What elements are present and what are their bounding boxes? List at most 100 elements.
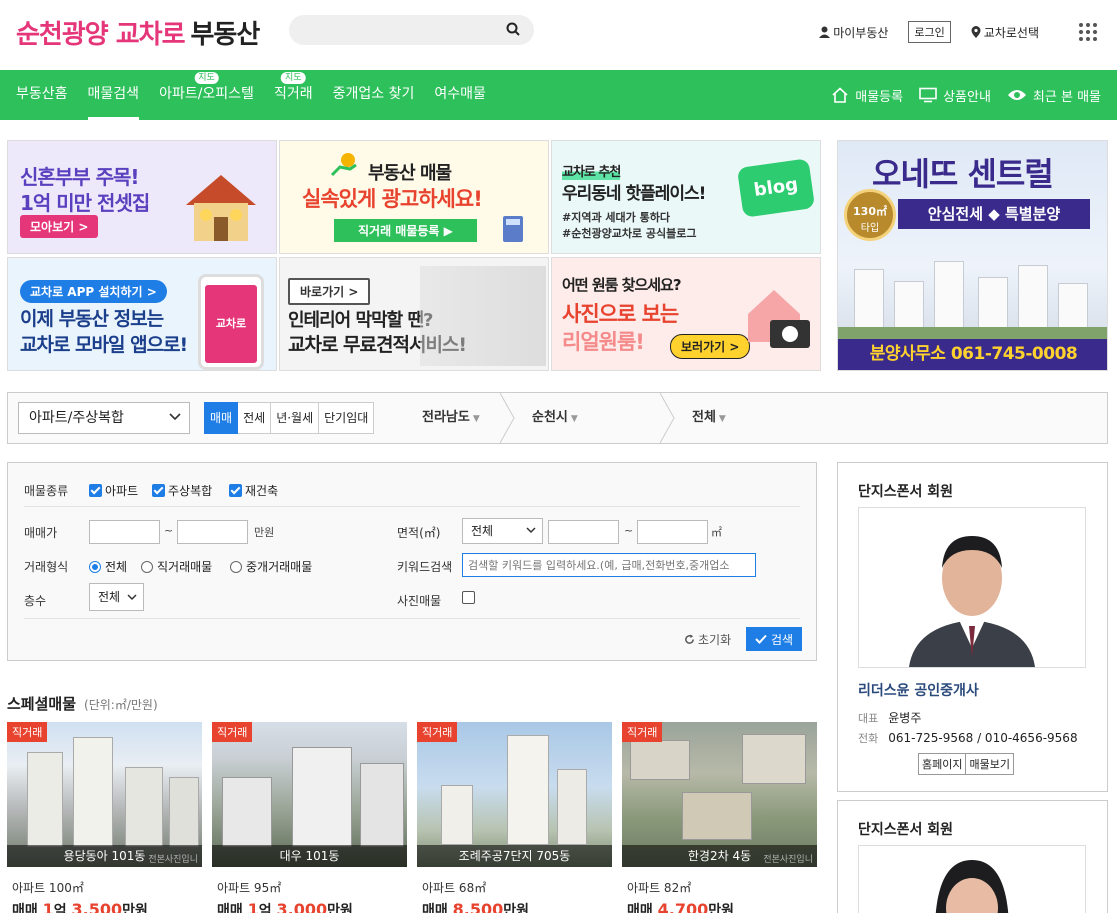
location-pin-icon <box>971 26 981 38</box>
listing-card[interactable]: 직거래 조례주공7단지 705동 아파트 68㎡ 매매 8,500만원 <box>417 722 612 913</box>
search-bar <box>289 15 534 45</box>
nav-apartment[interactable]: 지도 아파트/오피스텔 <box>159 70 254 120</box>
main-nav: 부동산홈 매물검색 지도 아파트/오피스텔 지도 직거래 중개업소 찾기 여수매물 … <box>0 70 1117 120</box>
nav-listing-search[interactable]: 매물검색 <box>87 70 140 120</box>
area-min-input[interactable] <box>548 520 619 544</box>
banner-real-room[interactable]: 어떤 원룸 찾으세요? 사진으로 보는 리얼원룸! 보러가기 > <box>551 257 821 371</box>
breadcrumb-separator <box>500 393 515 443</box>
blog-bubble-icon: blog <box>736 158 816 218</box>
listing-photo: 직거래 한경2차 4동 전본사진입니 <box>622 722 817 867</box>
search-form: 매물종류 아파트 주상복합 재건축 매매가 ~ 만원 면적(㎡) 전체 ~ ㎡ … <box>7 462 817 661</box>
region-city-select[interactable]: 순천시 ▼ <box>532 393 578 443</box>
region-province-select[interactable]: 전라남도 ▼ <box>422 393 480 443</box>
product-info-link[interactable]: 상품안내 <box>919 86 991 105</box>
banner-newlywed[interactable]: 신혼부부 주목! 1억 미만 전셋집 모아보기 > <box>7 140 277 254</box>
deal-direct-radio[interactable]: 직거래매물 <box>141 558 212 575</box>
property-type-select[interactable]: 아파트/주상복합 <box>18 402 190 434</box>
breadcrumb-separator <box>660 393 675 443</box>
agent-portrait <box>859 846 1085 913</box>
banner-onette-central[interactable]: 오네뜨 센트럴 안심전세 ◆ 특별분양 130㎡ 타입 분양사무소 061-74… <box>837 140 1108 371</box>
listing-price: 매매 8,500만원 <box>422 900 530 913</box>
camera-house-icon <box>748 290 810 348</box>
banner-ad-listing[interactable]: 부동산 매물 실속있게 광고하세요! 직거래 매물등록 ▶ <box>279 140 549 254</box>
kind-apartment-checkbox[interactable]: 아파트 <box>89 482 138 499</box>
site-logo[interactable]: 순천광양 교차로 부동산 <box>16 14 260 51</box>
agent-portrait <box>859 508 1085 667</box>
my-estate-link[interactable]: 마이부동산 <box>819 24 888 41</box>
listing-price: 매매 1억 3,500만원 <box>12 900 148 913</box>
price-max-input[interactable] <box>177 520 248 544</box>
listing-card[interactable]: 직거래 대우 101동 아파트 95㎡ 매매 1억 3,000만원 <box>212 722 407 913</box>
banner-mobile-app[interactable]: 교차로 APP 설치하기 > 이제 부동산 정보는 교차로 모바일 앱으로! 교… <box>7 257 277 371</box>
chevron-down-icon <box>169 413 181 421</box>
filter-bar: 아파트/주상복합 매매 전세 년·월세 단기임대 전라남도 ▼ 순천시 ▼ 전체 ▼ <box>7 392 1108 444</box>
listing-photo: 직거래 용당동아 101동 전본사진입니 <box>7 722 202 867</box>
monitor-icon <box>919 87 937 103</box>
representative: 대표 윤병주 <box>858 711 922 725</box>
home-icon <box>832 87 848 103</box>
listing-photo: 직거래 대우 101동 <box>212 722 407 867</box>
tab-monthly[interactable]: 년·월세 <box>271 402 320 434</box>
sponsor-card: 단지스폰서 회원 <box>837 800 1108 913</box>
agency-name[interactable]: 리더스윤 공인중개사 <box>858 680 979 700</box>
apps-grid-icon[interactable] <box>1079 23 1097 41</box>
photo-only-checkbox[interactable] <box>462 591 475 604</box>
area-max-input[interactable] <box>637 520 708 544</box>
tab-short-term[interactable]: 단기임대 <box>319 402 375 434</box>
nav-find-agency[interactable]: 중개업소 찾기 <box>333 70 415 120</box>
refresh-icon <box>685 634 694 644</box>
tab-jeonse[interactable]: 전세 <box>238 402 272 434</box>
eye-icon <box>1007 90 1026 100</box>
recent-viewed-link[interactable]: 최근 본 매물 <box>1007 86 1101 105</box>
keyword-input[interactable] <box>462 553 756 577</box>
tab-sale[interactable]: 매매 <box>204 402 239 434</box>
chevron-down-icon <box>526 527 536 534</box>
area-select[interactable]: 전체 <box>462 518 543 544</box>
kind-mixed-checkbox[interactable]: 주상복합 <box>152 482 212 499</box>
check-icon <box>755 634 767 644</box>
nav-yeosu[interactable]: 여수매물 <box>434 70 486 120</box>
calculator-icon <box>503 216 523 242</box>
top-links: 마이부동산 로그인 교차로선택 <box>799 21 1097 43</box>
search-button[interactable]: 검색 <box>746 627 802 651</box>
agent-photo[interactable] <box>858 507 1086 668</box>
listing-price: 매매 1억 3,000만원 <box>217 900 353 913</box>
banner-blog[interactable]: 교차로 추천 우리동네 핫플레이스! #지역과 세대가 통하다 #순천광양교차로… <box>551 140 821 254</box>
building-illustration <box>838 249 1107 341</box>
reset-button[interactable]: 초기화 <box>684 631 731 648</box>
agent-photo[interactable] <box>858 845 1086 913</box>
nav-direct-deal[interactable]: 지도 직거래 <box>274 70 313 120</box>
interior-image <box>420 266 546 366</box>
region-district-select[interactable]: 전체 ▼ <box>692 393 726 443</box>
kind-rebuild-checkbox[interactable]: 재건축 <box>229 482 278 499</box>
special-listings-title: 스페셜매물 (단위:㎡/만원) <box>7 695 158 713</box>
banner-interior[interactable]: 바로가기 > 인테리어 막막할 땐? 교차로 무료견적서비스! <box>279 257 549 371</box>
user-icon <box>819 26 831 38</box>
deal-all-radio[interactable]: 전체 <box>89 558 127 575</box>
register-listing-link[interactable]: 매물등록 <box>831 86 903 105</box>
sponsor-card: 단지스폰서 회원 리더스윤 공인중개사 대표 윤병주 전화 061-725-9568… <box>837 462 1108 792</box>
price-min-input[interactable] <box>89 520 160 544</box>
listing-card[interactable]: 직거래 용당동아 101동 전본사진입니 아파트 100㎡ 매매 1억 3,50… <box>7 722 202 913</box>
search-input[interactable] <box>303 15 503 45</box>
nav-home[interactable]: 부동산홈 <box>16 70 68 120</box>
map-badge: 지도 <box>194 72 219 84</box>
listing-card[interactable]: 직거래 한경2차 4동 전본사진입니 아파트 82㎡ 매매 4,700만원 <box>622 722 817 913</box>
listing-price: 매매 4,700만원 <box>627 900 735 913</box>
phone-number: 전화 061-725-9568 / 010-4656-9568 <box>858 731 1078 745</box>
area-badge: 130㎡ 타입 <box>844 189 896 241</box>
homepage-button[interactable]: 홈페이지 <box>918 753 967 775</box>
login-button[interactable]: 로그인 <box>908 21 951 43</box>
search-icon[interactable] <box>506 22 520 36</box>
phone-app-icon: 교차로 <box>198 274 264 370</box>
view-listings-button[interactable]: 매물보기 <box>966 753 1014 775</box>
listing-photo: 직거래 조례주공7단지 705동 <box>417 722 612 867</box>
house-illustration-icon <box>186 175 256 241</box>
hand-coin-icon <box>330 153 357 177</box>
site-header: 순천광양 교차로 부동산 마이부동산 로그인 교차로선택 <box>0 0 1117 70</box>
chevron-down-icon <box>127 594 137 601</box>
floor-select[interactable]: 전체 <box>89 583 144 611</box>
deal-agency-radio[interactable]: 중개거래매물 <box>230 558 312 575</box>
map-badge: 지도 <box>280 72 306 84</box>
region-select-link[interactable]: 교차로선택 <box>971 24 1039 41</box>
